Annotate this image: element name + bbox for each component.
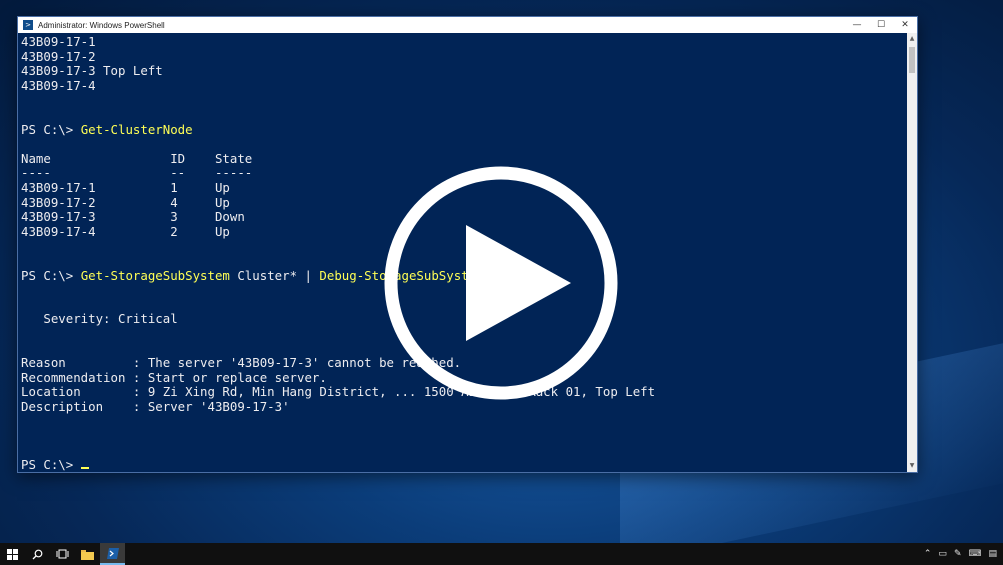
pen-icon[interactable]: ✎ (954, 549, 962, 559)
title-bar[interactable]: > Administrator: Windows PowerShell — ☐ … (18, 17, 917, 33)
console-command: Get-StorageSubSystem (80, 267, 230, 283)
vertical-scrollbar[interactable]: ▲ ▼ (907, 33, 917, 472)
powershell-icon (106, 547, 119, 559)
notifications-icon[interactable]: ▤ (988, 549, 997, 559)
console-text: 43B09-17-4 2 Up (21, 223, 230, 239)
console-line: 43B09-17-1 (21, 34, 901, 50)
console-text: 43B09-17-2 4 Up (21, 194, 230, 210)
console-text: PS C:\> (21, 267, 81, 283)
console-line: PS C:\> (21, 457, 901, 473)
task-view-icon[interactable] (50, 543, 75, 565)
console-command: Get-ClusterNode (80, 121, 193, 137)
console-text: Recommendation : Start or replace server… (21, 369, 327, 385)
play-icon (466, 225, 571, 341)
scroll-down-icon[interactable]: ▼ (907, 460, 917, 472)
chevron-up-icon[interactable]: ⌃ (924, 549, 932, 559)
search-icon[interactable] (25, 543, 50, 565)
system-tray: ⌃ ▭ ✎ ⌨ ▤ (924, 543, 997, 565)
scroll-up-icon[interactable]: ▲ (907, 33, 917, 45)
maximize-button[interactable]: ☐ (869, 17, 893, 33)
text-cursor (80, 467, 89, 470)
file-explorer-icon[interactable] (75, 543, 100, 565)
start-icon[interactable] (0, 543, 25, 565)
console-text: Cluster* | (229, 267, 320, 283)
console-line: 43B09-17-4 (21, 77, 901, 94)
close-button[interactable]: ✕ (893, 17, 917, 33)
console-line: 43B09-17-2 (21, 48, 901, 65)
console-text: 43B09-17-3 Top Left (21, 63, 163, 79)
console-line: 43B09-17-3 Top Left (21, 63, 901, 79)
minimize-button[interactable]: — (845, 17, 869, 33)
console-text: PS C:\> (21, 121, 81, 137)
console-line: PS C:\> Get-ClusterNode (21, 121, 901, 138)
console-text: 43B09-17-3 3 Down (21, 209, 245, 225)
console-text: 43B09-17-4 (21, 77, 96, 93)
powershell-icon: > (23, 20, 33, 30)
console-text: 43B09-17-2 (21, 48, 96, 64)
console-line: Description : Server '43B09-17-3' (21, 398, 901, 415)
console-text: Severity: Critical (21, 311, 178, 327)
console-text: Name ID State (21, 150, 253, 166)
window-controls: — ☐ ✕ (845, 17, 917, 33)
window-title: Administrator: Windows PowerShell (38, 20, 165, 30)
console-text: Description : Server '43B09-17-3' (21, 398, 290, 414)
taskbar: ⌃ ▭ ✎ ⌨ ▤ (0, 543, 1003, 565)
keyboard-icon[interactable]: ⌨ (968, 549, 981, 559)
powershell-taskbar-button[interactable] (100, 543, 125, 565)
console-text: 43B09-17-1 1 Up (21, 179, 230, 195)
console-text: 43B09-17-1 (21, 34, 96, 49)
desktop: > Administrator: Windows PowerShell — ☐ … (0, 0, 1003, 565)
console-text: PS C:\> (21, 457, 81, 473)
scrollbar-thumb[interactable] (909, 47, 915, 73)
video-play-button[interactable] (383, 165, 619, 401)
console-text: ---- -- ----- (21, 165, 253, 181)
network-icon[interactable]: ▭ (938, 549, 947, 559)
